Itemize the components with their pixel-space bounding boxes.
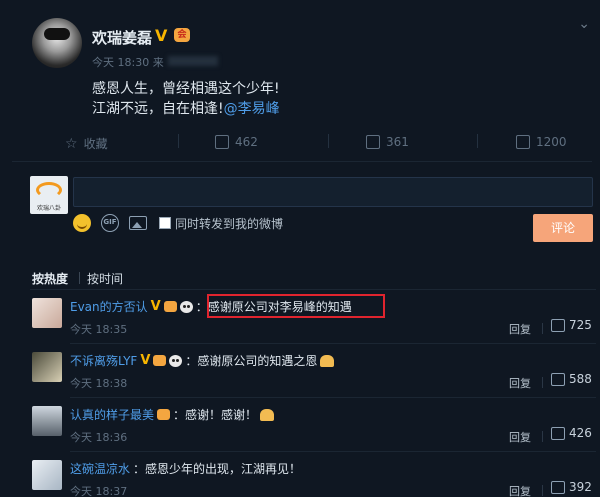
comment-time: 今天 18:38 [70, 377, 128, 390]
member-badge-icon [163, 301, 177, 312]
comment-like-button[interactable]: 392 [551, 480, 592, 494]
commenter-name[interactable]: Evan的方否认 [70, 298, 148, 315]
composer-avatar: 欢瑞八卦 [30, 176, 68, 214]
clap-emoji-icon [260, 408, 275, 421]
commenter-name[interactable]: 这碗温凉水 [70, 460, 130, 477]
comment-time: 今天 18:36 [70, 431, 128, 444]
thumbs-up-icon [551, 426, 565, 440]
submit-comment-button[interactable]: 评论 [533, 214, 593, 242]
comment-like-count: 392 [569, 480, 592, 494]
section-divider [12, 161, 592, 162]
action-divider [328, 134, 329, 148]
panda-emoji-icon [179, 300, 193, 313]
action-divider [178, 134, 179, 148]
avatar[interactable] [32, 406, 62, 436]
comment-item: 认真的样子最美 ：感谢！感谢！ 今天 18:36 回复 426 [0, 398, 600, 452]
composer-tools: GIF 同时转发到我的微博 [73, 214, 283, 232]
reply-divider [542, 485, 543, 496]
emoji-icon[interactable] [73, 214, 91, 232]
star-icon: ☆ [65, 135, 78, 152]
comment-text: ：感谢！感谢！ [173, 408, 258, 422]
mention-link[interactable]: @李易峰 [224, 101, 280, 117]
comment-line: 这碗温凉水 ：感恩少年的出现，江湖再见！ [70, 460, 301, 477]
sync-label: 同时转发到我的微博 [175, 216, 284, 231]
comment-like-count: 588 [569, 372, 592, 386]
poster-avatar[interactable] [32, 18, 82, 68]
reply-divider [542, 323, 543, 334]
composer-avatar-label: 欢瑞八卦 [36, 205, 61, 212]
comment-time: 今天 18:35 [70, 323, 128, 336]
post-time: 今天 18:30 来 [92, 56, 164, 69]
chevron-down-icon[interactable]: ⌄ [578, 16, 590, 32]
action-divider [477, 134, 478, 148]
post-text-line1: 感恩人生，曾经相遇这个少年! [92, 81, 280, 97]
sort-divider [79, 272, 80, 284]
comment-text: ：感恩少年的出现，江湖再见！ [133, 462, 302, 476]
tab-sort-hot[interactable]: 按热度 [32, 270, 68, 287]
tab-sort-time[interactable]: 按时间 [87, 270, 123, 287]
repost-icon [215, 135, 229, 149]
gif-icon[interactable]: GIF [101, 214, 119, 232]
collect-button[interactable]: ☆ 收藏 [65, 135, 108, 152]
thumbs-up-icon [551, 480, 565, 494]
like-count: 1200 [536, 135, 567, 149]
clap-emoji-icon [320, 354, 335, 367]
avatar[interactable] [32, 298, 62, 328]
comment-count: 361 [386, 135, 409, 149]
comment-item: 这碗温凉水 ：感恩少年的出现，江湖再见！ 今天 18:37 回复 392 [0, 452, 600, 497]
reply-button[interactable]: 回复 [509, 375, 531, 391]
panda-emoji-icon [169, 354, 183, 367]
thumbs-up-icon [516, 135, 530, 149]
like-button[interactable]: 1200 [516, 135, 567, 149]
comment-icon [366, 135, 380, 149]
comment-like-count: 725 [569, 318, 592, 332]
blurred-source [168, 56, 218, 66]
verified-badge-icon: V [155, 26, 168, 45]
thumbs-up-icon [551, 372, 565, 386]
member-badge-icon [153, 355, 167, 366]
thumbs-up-icon [551, 318, 565, 332]
comment-text: ：感谢原公司的知遇之恩 [185, 354, 318, 368]
repost-count: 462 [235, 135, 258, 149]
sync-checkbox[interactable] [159, 217, 171, 229]
avatar[interactable] [32, 352, 62, 382]
comment-item: 不诉离殇LYF V ：感谢原公司的知遇之恩 今天 18:38 回复 588 [0, 344, 600, 398]
comment-like-count: 426 [569, 426, 592, 440]
reply-divider [542, 377, 543, 388]
verified-badge-icon: V [140, 353, 151, 368]
comment-button[interactable]: 361 [366, 135, 409, 149]
poster-name[interactable]: 欢瑞姜磊 [92, 27, 152, 48]
comment-time: 今天 18:37 [70, 485, 128, 497]
repost-button[interactable]: 462 [215, 135, 258, 149]
logo-icon [36, 182, 62, 198]
commenter-name[interactable]: 认真的样子最美 [70, 406, 154, 423]
comment-like-button[interactable]: 426 [551, 426, 592, 440]
commenter-name[interactable]: 不诉离殇LYF [70, 352, 137, 369]
reply-button[interactable]: 回复 [509, 429, 531, 445]
reply-divider [542, 431, 543, 442]
reply-button[interactable]: 回复 [509, 321, 531, 337]
image-icon[interactable] [129, 216, 147, 230]
reply-button[interactable]: 回复 [509, 483, 531, 497]
verified-badge-icon: V [150, 299, 161, 314]
comment-like-button[interactable]: 725 [551, 318, 592, 332]
post-text-line2-prefix: 江湖不远，自在相逢! [92, 101, 224, 117]
collect-label: 收藏 [83, 137, 108, 151]
comment-line: 不诉离殇LYF V ：感谢原公司的知遇之恩 [70, 352, 335, 369]
member-badge-icon: 会 [174, 28, 190, 42]
comment-input[interactable] [73, 177, 593, 207]
member-badge-icon [157, 409, 171, 420]
comment-line: 认真的样子最美 ：感谢！感谢！ [70, 406, 275, 423]
comment-like-button[interactable]: 588 [551, 372, 592, 386]
highlight-box [207, 294, 385, 318]
post-text-line2: 江湖不远，自在相逢!@李易峰 [92, 98, 280, 118]
avatar[interactable] [32, 460, 62, 490]
